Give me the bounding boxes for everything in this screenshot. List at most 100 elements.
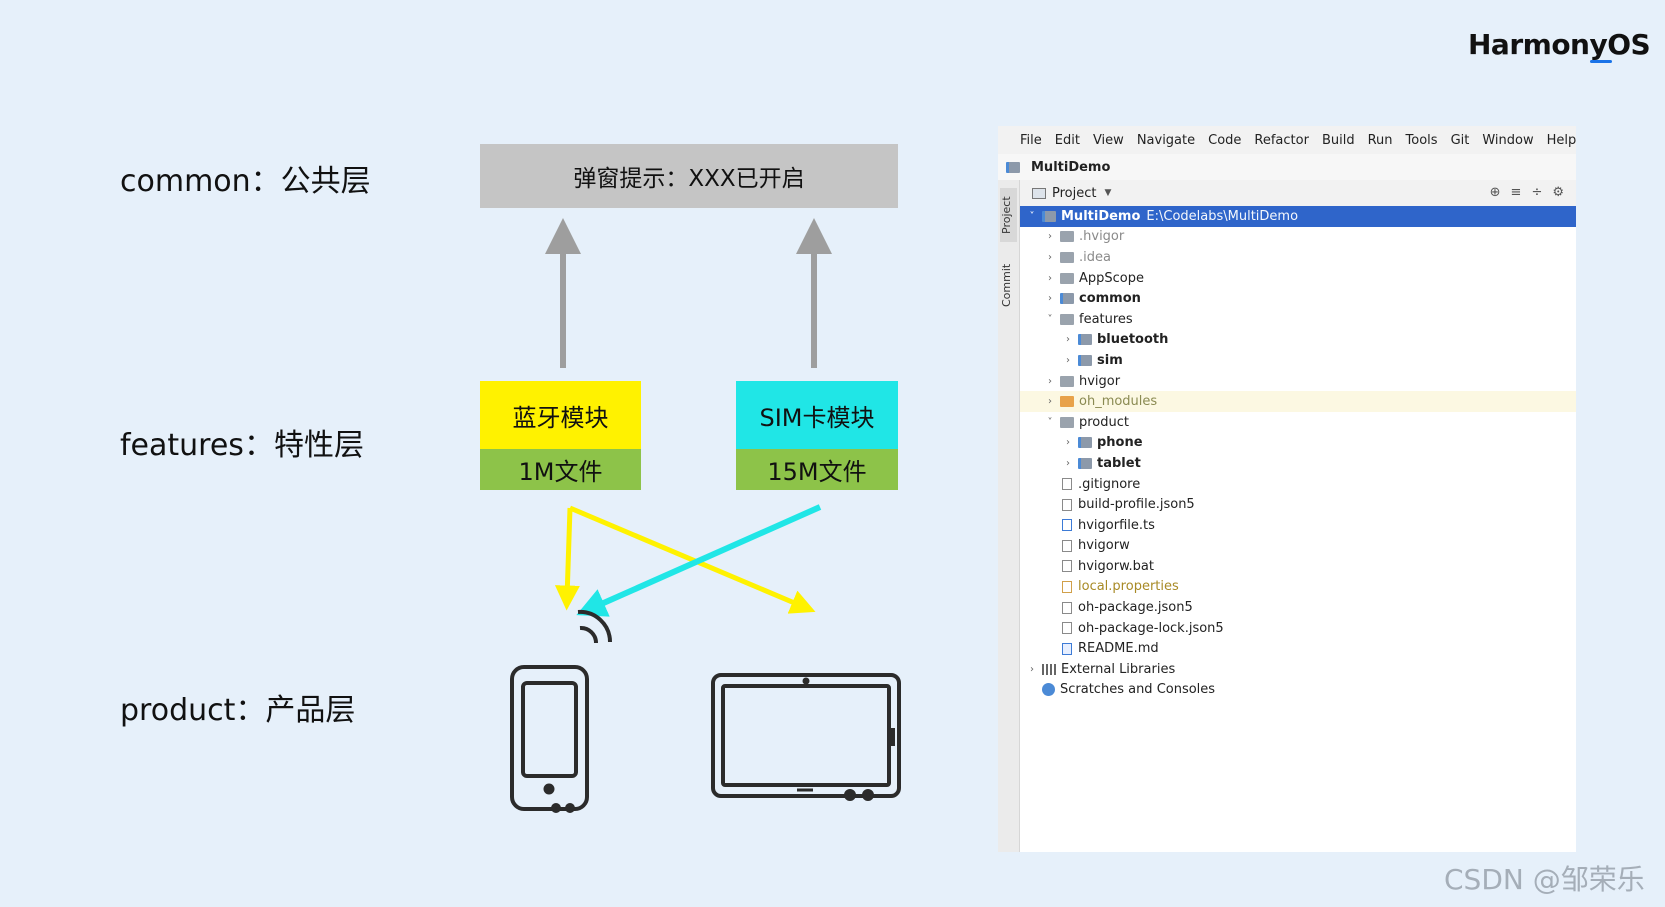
chevron-right-icon[interactable]: › — [1062, 334, 1074, 345]
tree-item-features[interactable]: ˅ features — [1020, 309, 1576, 330]
tree-item-label: sim — [1097, 352, 1123, 368]
tree-item-phone[interactable]: › phone — [1020, 433, 1576, 454]
folder-icon — [1060, 272, 1074, 284]
folder-icon — [1060, 375, 1074, 387]
project-view-icon — [1032, 187, 1046, 199]
locate-icon[interactable]: ⊕ — [1490, 185, 1501, 200]
tree-item-scratches[interactable]: Scratches and Consoles — [1020, 680, 1576, 701]
gear-icon[interactable]: ⚙ — [1552, 185, 1564, 200]
chevron-right-icon[interactable]: › — [1026, 664, 1038, 675]
tree-item-tablet[interactable]: › tablet — [1020, 453, 1576, 474]
chevron-right-icon[interactable]: › — [1044, 376, 1056, 387]
tree-item-label: hvigor — [1079, 373, 1121, 389]
menu-code[interactable]: Code — [1208, 133, 1241, 148]
tablet-icon — [711, 673, 901, 801]
menu-build[interactable]: Build — [1322, 133, 1355, 148]
tree-item-build-profile[interactable]: build-profile.json5 — [1020, 494, 1576, 515]
tree-root-multidemo[interactable]: ˅ MultiDemo E:\Codelabs\MultiDemo — [1020, 206, 1576, 227]
chevron-down-icon[interactable]: ˅ — [1044, 314, 1056, 325]
tree-item-label: .idea — [1079, 249, 1111, 265]
menu-edit[interactable]: Edit — [1055, 133, 1080, 148]
tree-item-product[interactable]: ˅ product — [1020, 412, 1576, 433]
menu-bar: File Edit View Navigate Code Refactor Bu… — [998, 126, 1576, 154]
module-folder-icon — [1078, 437, 1092, 449]
tree-item-label: hvigorw.bat — [1078, 558, 1154, 574]
tree-item-label: oh_modules — [1079, 394, 1158, 410]
chevron-right-icon[interactable]: › — [1044, 252, 1056, 263]
tree-item-label: local.properties — [1078, 579, 1179, 595]
chevron-down-icon[interactable]: ▼ — [1104, 188, 1111, 198]
chevron-down-icon[interactable]: ˅ — [1026, 211, 1038, 222]
chevron-right-icon[interactable]: › — [1044, 273, 1056, 284]
tree-item-appscope[interactable]: › AppScope — [1020, 268, 1576, 289]
tree-item-sim[interactable]: › sim — [1020, 350, 1576, 371]
tree-item-label: Scratches and Consoles — [1060, 682, 1216, 698]
tree-item-label: features — [1079, 311, 1133, 327]
properties-file-icon — [1062, 580, 1072, 593]
tree-item-label: hvigorw — [1078, 538, 1130, 554]
chevron-down-icon[interactable]: ˅ — [1044, 417, 1056, 428]
tree-item-idea[interactable]: › .idea — [1020, 247, 1576, 268]
menu-navigate[interactable]: Navigate — [1137, 133, 1195, 148]
module-folder-icon — [1042, 210, 1056, 222]
nav-project-name[interactable]: MultiDemo — [1031, 160, 1110, 175]
project-view-title[interactable]: Project — [1052, 186, 1096, 201]
chevron-right-icon[interactable]: › — [1044, 396, 1056, 407]
menu-refactor[interactable]: Refactor — [1254, 133, 1309, 148]
tree-item-hvigorfile[interactable]: hvigorfile.ts — [1020, 515, 1576, 536]
tool-window-strip: Project Commit — [998, 180, 1020, 852]
tree-item-label: AppScope — [1079, 270, 1144, 286]
bluetooth-to-phone-line — [554, 507, 580, 611]
tree-item-oh-modules[interactable]: › oh_modules — [1020, 391, 1576, 412]
tree-item-label: common — [1079, 291, 1141, 307]
navigation-bar: MultiDemo — [998, 154, 1576, 181]
chevron-right-icon[interactable]: › — [1044, 231, 1056, 242]
ts-file-icon — [1062, 519, 1072, 532]
folder-icon — [1060, 231, 1074, 243]
chevron-right-icon[interactable]: › — [1062, 437, 1074, 448]
folder-icon — [1060, 313, 1074, 325]
menu-tools[interactable]: Tools — [1406, 133, 1438, 148]
side-tab-project[interactable]: Project — [1000, 188, 1017, 242]
menu-view[interactable]: View — [1093, 133, 1124, 148]
tree-item-oh-package-lock[interactable]: oh-package-lock.json5 — [1020, 618, 1576, 639]
expand-all-icon[interactable]: ≡ — [1511, 185, 1522, 200]
module-folder-icon — [1078, 354, 1092, 366]
tree-item-hvigor-hidden[interactable]: › .hvigor — [1020, 227, 1576, 248]
tree-item-hvigorw-bat[interactable]: hvigorw.bat — [1020, 556, 1576, 577]
tree-item-oh-package[interactable]: oh-package.json5 — [1020, 597, 1576, 618]
menu-git[interactable]: Git — [1451, 133, 1470, 148]
tree-item-hvigor[interactable]: › hvigor — [1020, 371, 1576, 392]
tree-item-label: tablet — [1097, 455, 1141, 471]
tree-item-bluetooth[interactable]: › bluetooth — [1020, 330, 1576, 351]
menu-window[interactable]: Window — [1482, 133, 1533, 148]
tree-item-label: build-profile.json5 — [1078, 497, 1195, 513]
menu-help[interactable]: Help — [1547, 133, 1577, 148]
chevron-right-icon[interactable]: › — [1062, 355, 1074, 366]
tree-item-gitignore[interactable]: .gitignore — [1020, 474, 1576, 495]
project-tree: ˅ MultiDemo E:\Codelabs\MultiDemo › .hvig… — [1020, 206, 1576, 700]
json-file-icon — [1062, 498, 1072, 511]
tree-item-label: oh-package-lock.json5 — [1078, 620, 1224, 636]
markdown-file-icon — [1062, 642, 1072, 655]
chevron-right-icon[interactable]: › — [1044, 293, 1056, 304]
tree-item-hvigorw[interactable]: hvigorw — [1020, 536, 1576, 557]
tree-item-external-libraries[interactable]: › External Libraries — [1020, 659, 1576, 680]
project-tool-window-header: Project ▼ ⊕ ≡ ÷ ⚙ — [1020, 180, 1576, 206]
tree-root-path: E:\Codelabs\MultiDemo — [1146, 208, 1299, 224]
tree-item-label: External Libraries — [1061, 661, 1176, 677]
library-icon — [1042, 663, 1056, 675]
menu-run[interactable]: Run — [1368, 133, 1393, 148]
tree-item-label: hvigorfile.ts — [1078, 517, 1155, 533]
tree-item-common[interactable]: › common — [1020, 288, 1576, 309]
watermark: CSDN @邹荣乐 — [1444, 863, 1645, 896]
tree-item-label: .gitignore — [1078, 476, 1141, 492]
chevron-right-icon[interactable]: › — [1062, 458, 1074, 469]
menu-file[interactable]: File — [1020, 133, 1042, 148]
tree-item-readme[interactable]: README.md — [1020, 638, 1576, 659]
tree-item-label: README.md — [1078, 641, 1159, 657]
tree-item-local-properties[interactable]: local.properties — [1020, 577, 1576, 598]
side-tab-commit[interactable]: Commit — [1000, 258, 1017, 312]
tree-item-label: bluetooth — [1097, 332, 1169, 348]
collapse-all-icon[interactable]: ÷ — [1531, 185, 1542, 200]
